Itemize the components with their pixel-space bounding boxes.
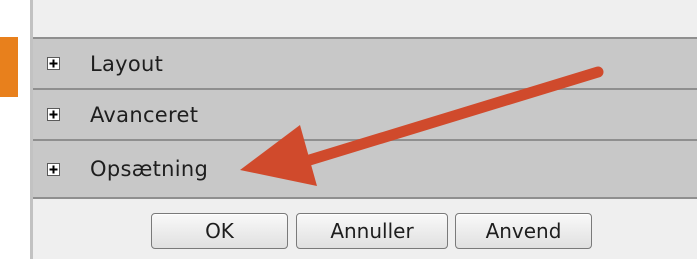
ok-button[interactable]: OK [151,213,288,249]
panel-avanceret-label: Avanceret [90,102,199,127]
orange-accent-tab [0,37,18,97]
panel-avanceret[interactable]: Avanceret [33,88,697,139]
apply-button[interactable]: Anvend [455,213,592,249]
settings-dialog: Layout Avanceret Opsætning OK Annuller A… [33,0,697,259]
plus-icon[interactable] [47,108,60,121]
plus-icon[interactable] [47,162,60,176]
dialog-button-bar: OK Annuller Anvend [33,199,697,259]
panel-opsaetning-label: Opsætning [90,157,209,181]
dialog-top-area [33,0,697,37]
cancel-button[interactable]: Annuller [296,213,448,249]
plus-icon[interactable] [47,57,60,70]
panel-layout-label: Layout [90,51,164,76]
panel-opsaetning[interactable]: Opsætning [33,139,697,199]
panel-layout[interactable]: Layout [33,37,697,88]
